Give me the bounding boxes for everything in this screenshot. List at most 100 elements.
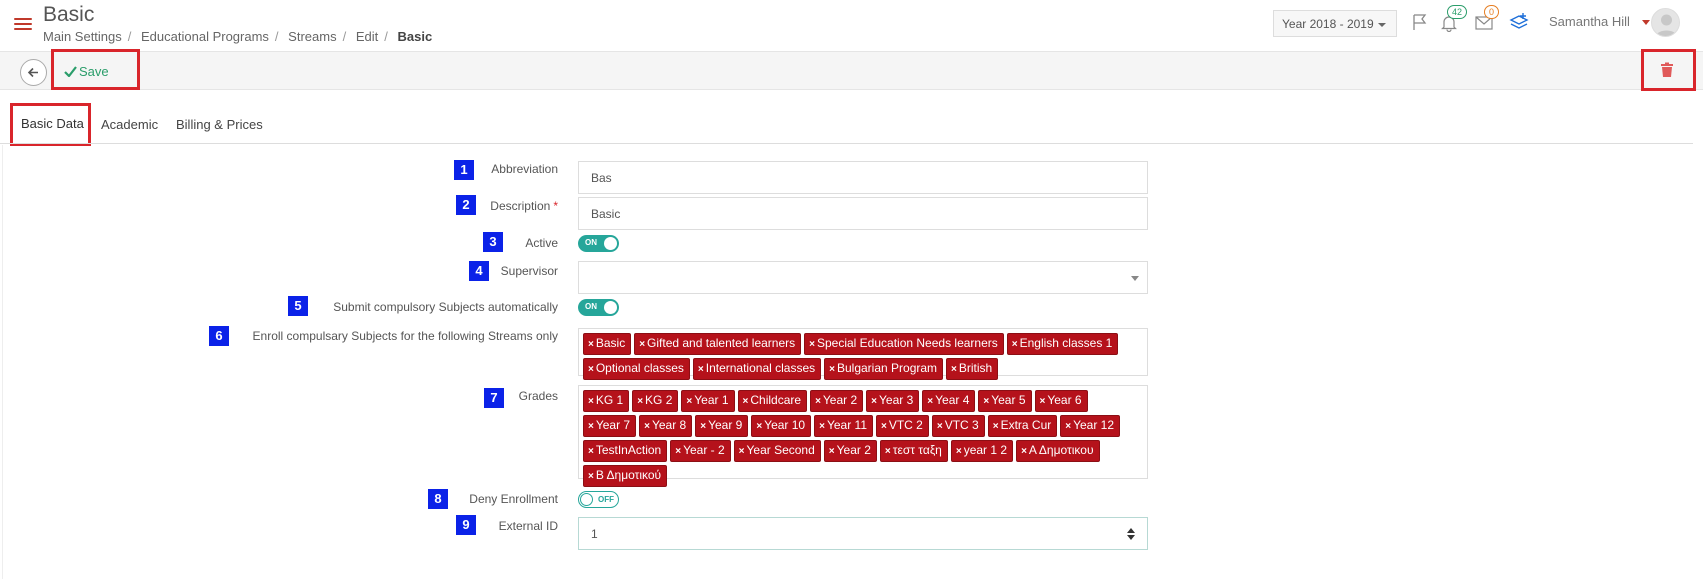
avatar[interactable]: [1651, 8, 1680, 37]
grade-tag[interactable]: × KG 1: [583, 390, 630, 412]
remove-tag-icon[interactable]: ×: [829, 364, 835, 375]
remove-tag-icon[interactable]: ×: [881, 421, 887, 432]
grade-tag[interactable]: × VTC 2: [876, 415, 929, 437]
grade-tag-label: Year 1: [694, 393, 729, 407]
back-button[interactable]: [20, 59, 47, 86]
user-name[interactable]: Samantha Hill: [1549, 14, 1630, 29]
stream-tag[interactable]: × British: [946, 358, 999, 380]
remove-tag-icon[interactable]: ×: [588, 446, 594, 457]
remove-tag-icon[interactable]: ×: [956, 446, 962, 457]
stream-tag[interactable]: × Optional classes: [583, 358, 690, 380]
remove-tag-icon[interactable]: ×: [675, 446, 681, 457]
remove-tag-icon[interactable]: ×: [588, 396, 594, 407]
grades-multiselect[interactable]: × KG 1 × KG 2 × Year 1 × Childcare × Year 2 × Year …: [578, 385, 1148, 487]
grade-tag[interactable]: × Extra Cur: [987, 415, 1058, 437]
breadcrumb-item[interactable]: Educational Programs: [141, 29, 269, 44]
number-stepper-icon[interactable]: [1127, 527, 1135, 541]
tab-billing-prices[interactable]: Billing & Prices: [176, 117, 263, 132]
deny-enrollment-toggle[interactable]: OFF: [578, 491, 619, 508]
remove-tag-icon[interactable]: ×: [756, 421, 762, 432]
active-toggle[interactable]: ON: [578, 235, 619, 252]
grade-tag[interactable]: × Year 10: [751, 415, 812, 437]
grade-tag[interactable]: × year 1 2: [950, 440, 1014, 462]
remove-tag-icon[interactable]: ×: [871, 396, 877, 407]
grade-tag[interactable]: × Year 12: [1060, 415, 1121, 437]
grade-tag[interactable]: × Year 7: [583, 415, 637, 437]
remove-tag-icon[interactable]: ×: [819, 421, 825, 432]
abbreviation-input[interactable]: Bas: [578, 161, 1148, 194]
grade-tag[interactable]: × TestInAction: [583, 440, 668, 462]
supervisor-select[interactable]: [578, 261, 1148, 294]
breadcrumb-item[interactable]: Edit: [356, 29, 378, 44]
remove-tag-icon[interactable]: ×: [698, 364, 704, 375]
flag-icon[interactable]: [1411, 13, 1429, 31]
remove-tag-icon[interactable]: ×: [686, 396, 692, 407]
active-label: Active: [525, 236, 558, 250]
breadcrumb-item[interactable]: Main Settings: [43, 29, 122, 44]
grade-tag[interactable]: × Year 9: [695, 415, 749, 437]
stream-tag[interactable]: × Bulgarian Program: [824, 358, 944, 380]
supervisor-label: Supervisor: [500, 264, 558, 278]
chevron-down-icon[interactable]: [1642, 20, 1650, 25]
remove-tag-icon[interactable]: ×: [639, 339, 645, 350]
external-id-input[interactable]: 1: [578, 517, 1148, 550]
grade-tag[interactable]: × Year 2: [810, 390, 864, 412]
stream-tag[interactable]: × Special Education Needs learners: [804, 333, 1004, 355]
grade-tag[interactable]: × Year Second: [733, 440, 821, 462]
grade-tag[interactable]: × VTC 3: [931, 415, 985, 437]
grade-tag[interactable]: × Year 2: [823, 440, 877, 462]
grade-tag[interactable]: × Β Δημοτικού: [583, 465, 668, 487]
remove-tag-icon[interactable]: ×: [885, 446, 891, 457]
layers-icon[interactable]: [1509, 11, 1529, 31]
stream-tag[interactable]: × English classes 1: [1006, 333, 1119, 355]
remove-tag-icon[interactable]: ×: [1040, 396, 1046, 407]
tab-basic-data[interactable]: Basic Data: [21, 116, 84, 131]
tab-academic[interactable]: Academic: [101, 117, 158, 132]
remove-tag-icon[interactable]: ×: [1021, 446, 1027, 457]
remove-tag-icon[interactable]: ×: [637, 396, 643, 407]
grade-tag[interactable]: × Year 5: [978, 390, 1032, 412]
remove-tag-icon[interactable]: ×: [937, 421, 943, 432]
grade-tag[interactable]: × Year 4: [922, 390, 976, 412]
stream-tag[interactable]: × Basic: [583, 333, 632, 355]
grade-tag[interactable]: × τεστ ταξη: [879, 440, 948, 462]
remove-tag-icon[interactable]: ×: [588, 364, 594, 375]
year-selector[interactable]: Year 2018 - 2019: [1273, 10, 1397, 37]
remove-tag-icon[interactable]: ×: [1012, 339, 1018, 350]
grade-tag[interactable]: × Year 8: [639, 415, 693, 437]
remove-tag-icon[interactable]: ×: [993, 421, 999, 432]
grade-tag[interactable]: × Childcare: [737, 390, 808, 412]
remove-tag-icon[interactable]: ×: [644, 421, 650, 432]
save-highlight: [51, 49, 140, 90]
grade-tag[interactable]: × Year 1: [681, 390, 735, 412]
description-input[interactable]: Basic: [578, 197, 1148, 230]
remove-tag-icon[interactable]: ×: [809, 339, 815, 350]
grade-tag-label: τεστ ταξη: [892, 443, 942, 457]
remove-tag-icon[interactable]: ×: [927, 396, 933, 407]
remove-tag-icon[interactable]: ×: [983, 396, 989, 407]
remove-tag-icon[interactable]: ×: [739, 446, 745, 457]
breadcrumb-item[interactable]: Streams: [288, 29, 336, 44]
grade-tag-label: Year 5: [991, 393, 1026, 407]
remove-tag-icon[interactable]: ×: [951, 364, 957, 375]
remove-tag-icon[interactable]: ×: [588, 421, 594, 432]
grade-tag[interactable]: × Year 6: [1034, 390, 1088, 412]
stream-tag[interactable]: × International classes: [692, 358, 822, 380]
grade-tag[interactable]: × Α Δημοτικου: [1016, 440, 1100, 462]
enroll-streams-multiselect[interactable]: × Basic × Gifted and talented learners × Spec…: [578, 328, 1148, 380]
grade-tag[interactable]: × KG 2: [632, 390, 679, 412]
menu-icon[interactable]: [14, 18, 32, 34]
grade-tag[interactable]: × Year 3: [866, 390, 920, 412]
remove-tag-icon[interactable]: ×: [829, 446, 835, 457]
remove-tag-icon[interactable]: ×: [588, 471, 594, 482]
stream-tag[interactable]: × Gifted and talented learners: [634, 333, 802, 355]
remove-tag-icon[interactable]: ×: [743, 396, 749, 407]
field-number-badge: 3: [483, 232, 503, 252]
remove-tag-icon[interactable]: ×: [700, 421, 706, 432]
remove-tag-icon[interactable]: ×: [588, 339, 594, 350]
grade-tag[interactable]: × Year - 2: [670, 440, 731, 462]
submit-auto-toggle[interactable]: ON: [578, 299, 619, 316]
grade-tag[interactable]: × Year 11: [814, 415, 873, 437]
remove-tag-icon[interactable]: ×: [1065, 421, 1071, 432]
remove-tag-icon[interactable]: ×: [815, 396, 821, 407]
